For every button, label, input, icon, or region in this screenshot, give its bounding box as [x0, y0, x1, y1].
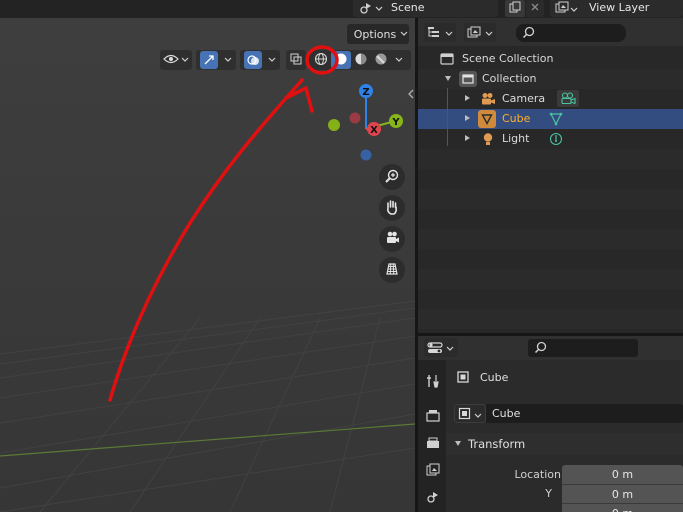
- mesh-data-icon[interactable]: [549, 112, 563, 129]
- view-layer-icon: [426, 463, 440, 480]
- transform-panel-header[interactable]: Transform: [446, 433, 683, 455]
- chevron-down-icon: [570, 4, 578, 17]
- collapse-toggle-icon: [455, 441, 461, 446]
- object-title: Cube: [480, 371, 509, 384]
- search-icon: [534, 341, 547, 357]
- outliner-empty-row: [418, 149, 683, 169]
- location-x-label: Location X: [514, 468, 572, 481]
- camera-data-icon[interactable]: [557, 90, 579, 107]
- outliner-empty-row: [418, 229, 683, 249]
- tab-render[interactable]: [421, 405, 445, 429]
- properties-header: [418, 336, 683, 360]
- annotation-arrow: [108, 45, 339, 402]
- view-layer-selector[interactable]: View Layer: [550, 0, 683, 17]
- search-icon: [522, 26, 535, 42]
- properties-panel: Cube Cube Transform Location X 0 m Y 0 m…: [418, 336, 683, 512]
- chevron-down-icon: [446, 343, 454, 356]
- object-icon: [456, 370, 470, 387]
- outliner-empty-row: [418, 189, 683, 209]
- chevron-down-icon: [375, 3, 383, 16]
- location-x-field[interactable]: 0 m: [562, 465, 683, 484]
- scene-icon: [426, 490, 440, 507]
- outliner-panel: Scene Collection Collection Camera Cube: [418, 18, 683, 333]
- render-icon: [426, 409, 440, 426]
- transform-label: Transform: [468, 437, 526, 451]
- properties-editor-icon: [427, 341, 443, 358]
- tab-output[interactable]: [421, 432, 445, 456]
- new-scene-button[interactable]: [505, 0, 525, 17]
- object-name-input[interactable]: Cube: [486, 404, 683, 423]
- close-icon: [530, 2, 540, 15]
- chevron-down-icon: [474, 410, 482, 423]
- 3d-viewport[interactable]: Options Z Y X: [0, 18, 415, 512]
- light-data-icon[interactable]: [549, 132, 563, 149]
- tab-tool[interactable]: [421, 370, 445, 394]
- editor-type-button[interactable]: [424, 338, 458, 357]
- object-type-selector[interactable]: [454, 404, 486, 423]
- outliner-tree-lines: [447, 88, 448, 146]
- scene-name: Scene: [391, 1, 425, 14]
- location-y-field[interactable]: 0 m: [562, 484, 683, 503]
- outliner-empty-row: [418, 309, 683, 329]
- properties-search-input[interactable]: [528, 339, 638, 357]
- tool-icon: [426, 374, 440, 391]
- view-layer-name: View Layer: [589, 1, 650, 14]
- object-icon: [458, 407, 471, 423]
- duplicate-icon: [509, 1, 521, 16]
- view-layer-icon: [555, 1, 569, 18]
- outliner-empty-row: [418, 269, 683, 289]
- output-icon: [426, 436, 440, 453]
- scene-icon: [359, 1, 373, 18]
- location-y-label: Y: [545, 487, 552, 500]
- tab-view-layer[interactable]: [421, 459, 445, 483]
- properties-tab-bar: [418, 360, 446, 512]
- top-bar: Scene View Layer: [0, 0, 683, 18]
- location-z-field[interactable]: 0 m: [562, 503, 683, 512]
- outliner-search-input[interactable]: [516, 24, 626, 42]
- tab-scene[interactable]: [421, 486, 445, 510]
- delete-scene-button[interactable]: [526, 0, 544, 17]
- scene-selector[interactable]: Scene: [353, 0, 498, 17]
